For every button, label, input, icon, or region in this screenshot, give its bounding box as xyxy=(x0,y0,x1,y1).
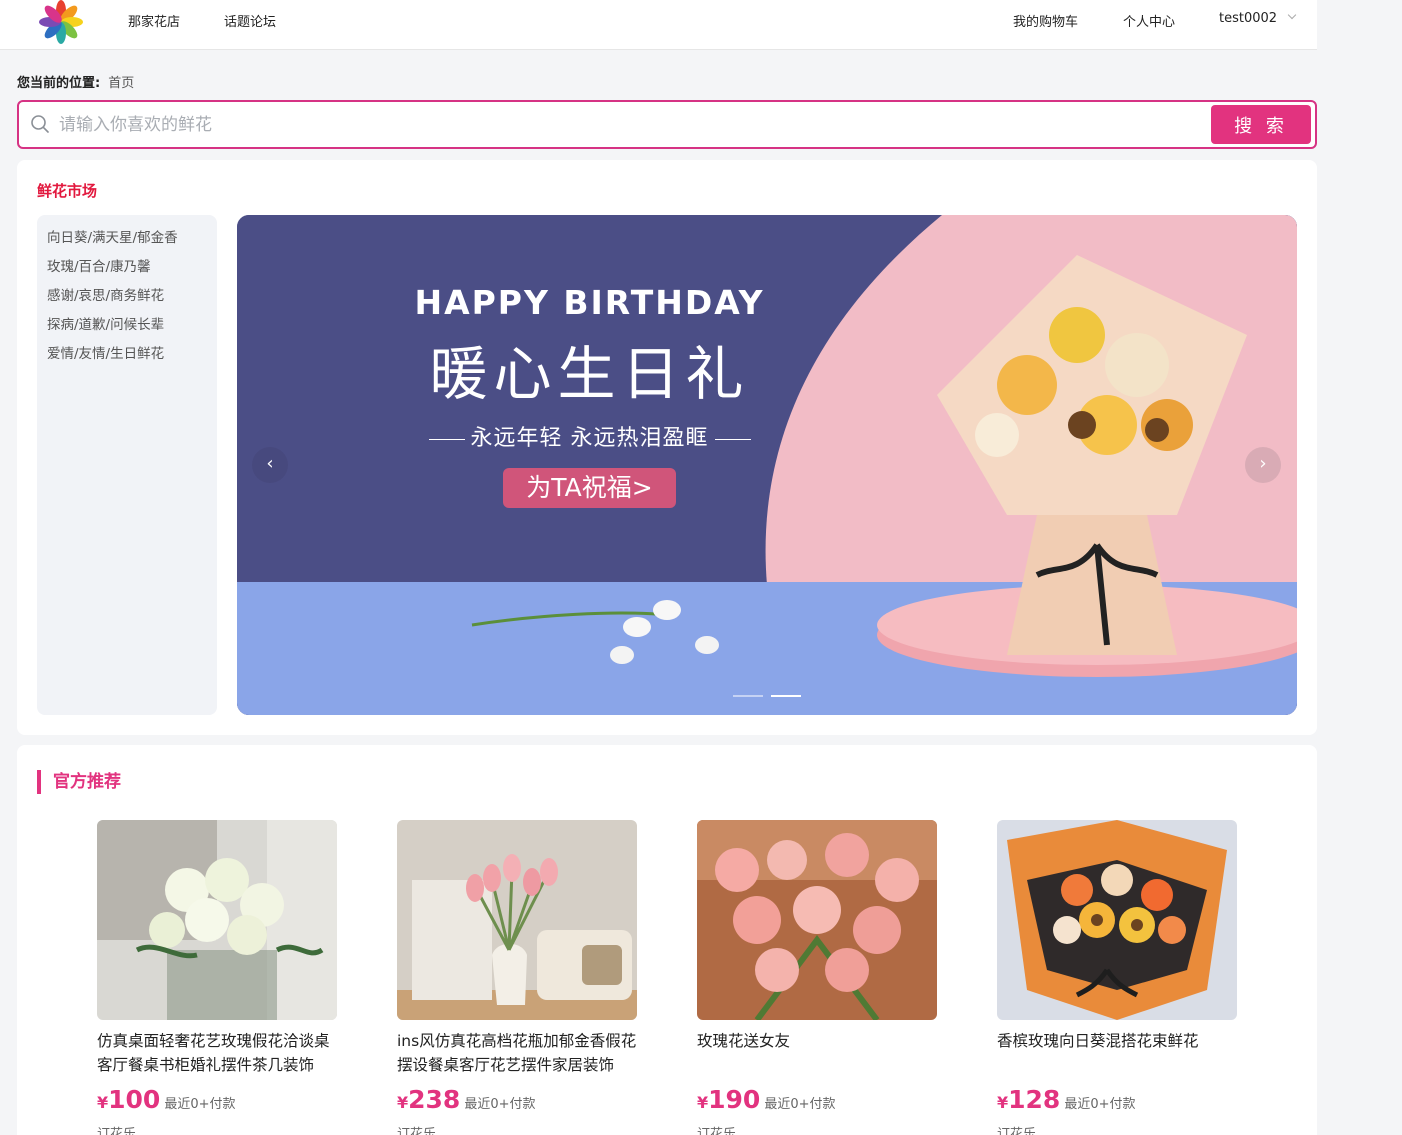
product-name[interactable]: 香槟玫瑰向日葵混搭花束鲜花 xyxy=(997,1029,1237,1077)
currency-symbol: ¥ xyxy=(997,1093,1009,1112)
product-sales: 最近0+付款 xyxy=(164,1097,236,1112)
pinwheel-logo-icon[interactable] xyxy=(36,0,86,46)
breadcrumb: 您当前的位置: 首页 xyxy=(17,72,134,91)
product-name[interactable]: 仿真桌面轻奢花艺玫瑰假花洽谈桌客厅餐桌书柜婚礼摆件茶几装饰 xyxy=(97,1029,337,1077)
banner-carousel[interactable]: HAPPY BIRTHDAY 暖心生日礼 永远年轻 永远热泪盈眶 为TA祝福> … xyxy=(237,215,1297,715)
product-image[interactable] xyxy=(397,820,637,1020)
product-image[interactable] xyxy=(97,820,337,1020)
nav-profile[interactable]: 个人中心 xyxy=(1123,11,1175,30)
banner-cta-button[interactable]: 为TA祝福> xyxy=(503,468,676,508)
product-name[interactable]: 玫瑰花送女友 xyxy=(697,1029,937,1077)
chevron-left-icon[interactable]: ‹ xyxy=(252,447,288,483)
banner-title-cn: 暖心生日礼 xyxy=(429,340,750,408)
search-input[interactable] xyxy=(59,110,1199,139)
banner-title-en: HAPPY BIRTHDAY xyxy=(414,283,765,322)
product-image[interactable] xyxy=(697,820,937,1022)
breadcrumb-home[interactable]: 首页 xyxy=(108,76,134,91)
user-menu[interactable]: test0002 xyxy=(1219,10,1297,26)
currency-symbol: ¥ xyxy=(97,1093,109,1112)
product-image[interactable] xyxy=(997,820,1237,1020)
top-header: 那家花店 话题论坛 我的购物车 个人中心 test0002 xyxy=(0,0,1317,50)
price-row: ¥100 最近0+付款 xyxy=(97,1085,337,1115)
category-item[interactable]: 感谢/哀思/商务鲜花 xyxy=(47,285,207,314)
category-item[interactable]: 探病/道歉/问候长辈 xyxy=(47,314,207,343)
official-recommend-section: 官方推荐 仿真桌面轻奢花艺玫瑰假花洽谈桌客厅餐桌书柜婚礼摆件茶几装饰 ¥100 最… xyxy=(17,745,1317,1135)
banner-subtitle: 永远年轻 永远热泪盈眶 xyxy=(237,420,942,452)
product-card[interactable]: 香槟玫瑰向日葵混搭花束鲜花 ¥128 最近0+付款 订花乐 xyxy=(997,820,1237,1135)
product-card[interactable]: 仿真桌面轻奢花艺玫瑰假花洽谈桌客厅餐桌书柜婚礼摆件茶几装饰 ¥100 最近0+付款… xyxy=(97,820,337,1135)
currency-symbol: ¥ xyxy=(397,1093,409,1112)
product-price: 190 xyxy=(708,1085,761,1114)
currency-symbol: ¥ xyxy=(697,1093,709,1112)
search-icon xyxy=(31,115,49,133)
product-shop[interactable]: 订花乐 xyxy=(697,1123,937,1135)
breadcrumb-label: 您当前的位置: xyxy=(17,76,101,91)
product-shop[interactable]: 订花乐 xyxy=(97,1123,337,1135)
chevron-down-icon xyxy=(1287,10,1297,20)
product-card[interactable]: ins风仿真花高档花瓶加郁金香假花摆设餐桌客厅花艺摆件家居装饰 ¥238 最近0+… xyxy=(397,820,637,1135)
nav-forum[interactable]: 话题论坛 xyxy=(224,11,276,30)
category-menu: 向日葵/满天星/郁金香 玫瑰/百合/康乃馨 感谢/哀思/商务鲜花 探病/道歉/问… xyxy=(37,215,217,715)
carousel-indicator-active[interactable] xyxy=(771,695,801,697)
product-sales: 最近0+付款 xyxy=(464,1097,536,1112)
nav-cart[interactable]: 我的购物车 xyxy=(1013,11,1078,30)
search-bar: 搜 索 xyxy=(17,100,1317,149)
username: test0002 xyxy=(1219,11,1278,26)
price-row: ¥238 最近0+付款 xyxy=(397,1085,637,1115)
carousel-indicator[interactable] xyxy=(733,695,763,697)
product-shop[interactable]: 订花乐 xyxy=(997,1123,1237,1135)
category-item[interactable]: 玫瑰/百合/康乃馨 xyxy=(47,256,207,285)
chevron-right-icon[interactable]: › xyxy=(1245,447,1281,483)
banner-subtitle-text: 永远年轻 永远热泪盈眶 xyxy=(470,426,709,451)
search-button[interactable]: 搜 索 xyxy=(1211,105,1311,144)
category-item[interactable]: 爱情/友情/生日鲜花 xyxy=(47,343,207,372)
recommend-title: 官方推荐 xyxy=(37,770,121,794)
price-row: ¥128 最近0+付款 xyxy=(997,1085,1237,1115)
flower-market-section: 鲜花市场 向日葵/满天星/郁金香 玫瑰/百合/康乃馨 感谢/哀思/商务鲜花 探病… xyxy=(17,160,1317,735)
product-sales: 最近0+付款 xyxy=(764,1097,836,1112)
product-price: 100 xyxy=(108,1085,161,1114)
product-sales: 最近0+付款 xyxy=(1064,1097,1136,1112)
market-title: 鲜花市场 xyxy=(37,182,98,200)
nav-flower-shop[interactable]: 那家花店 xyxy=(128,11,180,30)
product-price: 238 xyxy=(408,1085,461,1114)
product-price: 128 xyxy=(1008,1085,1061,1114)
product-name[interactable]: ins风仿真花高档花瓶加郁金香假花摆设餐桌客厅花艺摆件家居装饰 xyxy=(397,1029,637,1077)
price-row: ¥190 最近0+付款 xyxy=(697,1085,937,1115)
product-card[interactable]: 玫瑰花送女友 ¥190 最近0+付款 订花乐 xyxy=(697,820,937,1135)
product-shop[interactable]: 订花乐 xyxy=(397,1123,637,1135)
category-item[interactable]: 向日葵/满天星/郁金香 xyxy=(47,227,207,256)
